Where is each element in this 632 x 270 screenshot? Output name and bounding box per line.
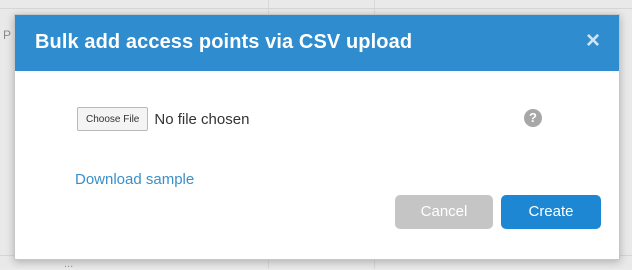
cancel-button[interactable]: Cancel <box>395 195 493 229</box>
bulk-upload-modal: Bulk add access points via CSV upload × … <box>14 14 620 260</box>
create-button[interactable]: Create <box>501 195 601 229</box>
file-input: Choose File No file chosen <box>77 107 249 131</box>
file-status-text: No file chosen <box>154 110 250 128</box>
modal-title: Bulk add access points via CSV upload <box>35 31 413 53</box>
choose-file-button[interactable]: Choose File <box>77 107 149 131</box>
background-edge-text: P <box>3 28 12 42</box>
close-icon[interactable]: × <box>581 29 605 53</box>
download-sample-link[interactable]: Download sample <box>75 171 194 188</box>
modal-header: Bulk add access points via CSV upload × <box>15 15 619 71</box>
background-divider <box>0 8 632 9</box>
help-icon[interactable]: ? <box>524 109 542 127</box>
